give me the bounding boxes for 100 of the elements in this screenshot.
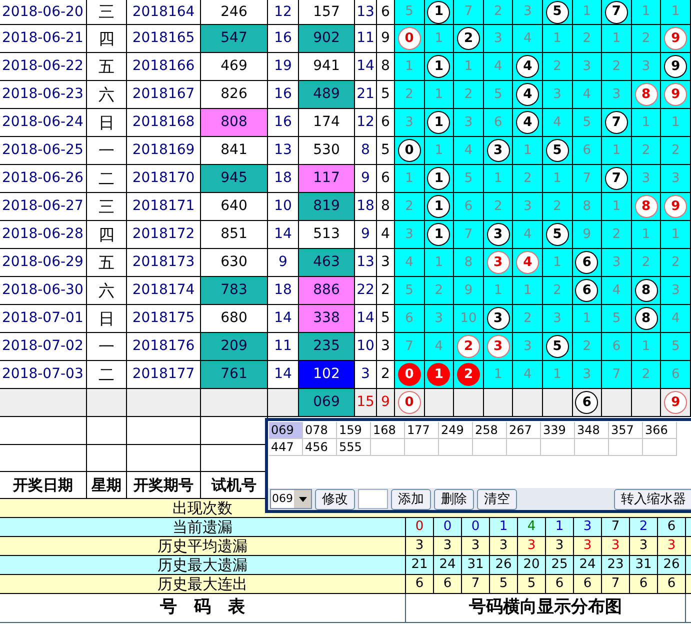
miss-count: 2: [464, 86, 473, 104]
miss-count: 9: [464, 282, 473, 300]
table-cell: 14: [355, 305, 377, 333]
dialog-button[interactable]: 清空: [477, 488, 517, 510]
miss-count: 2: [494, 198, 502, 216]
stat-value: 3: [601, 537, 629, 555]
list-item[interactable]: 258: [473, 422, 507, 439]
miss-count: 5: [464, 170, 473, 188]
table-cell: 2018-06-20: [0, 0, 87, 25]
stat-value: 3: [461, 537, 489, 555]
stat-value: 3: [657, 537, 685, 555]
miss-count: 2: [405, 198, 414, 216]
stat-value: 5: [517, 575, 545, 593]
section-title: 号 码 表: [159, 596, 246, 620]
list-item[interactable]: 168: [371, 422, 405, 439]
list-item[interactable]: 456: [303, 439, 337, 456]
miss-count: 5: [405, 3, 414, 22]
miss-count: 1: [405, 58, 414, 76]
table-cell: 9: [355, 165, 377, 193]
list-item[interactable]: 069: [269, 422, 303, 439]
table-cell: 四: [87, 221, 127, 249]
table-cell: 9: [355, 221, 377, 249]
table-cell: 102: [299, 361, 355, 389]
list-item[interactable]: 177: [405, 422, 439, 439]
table-cell: 235: [299, 333, 355, 361]
table-cell: 463: [299, 249, 355, 277]
stat-value: 20: [517, 556, 545, 574]
miss-count: 2: [642, 142, 650, 160]
table-cell: 2018-06-29: [0, 249, 87, 277]
table-cell: 2018164: [127, 0, 201, 25]
table-cell: 19: [268, 53, 299, 81]
row-label: 历史最大遗漏: [156, 556, 248, 574]
list-item[interactable]: 555: [337, 439, 371, 456]
miss-count: 3: [405, 226, 414, 244]
dialog-button[interactable]: 删除: [434, 488, 474, 510]
miss-count: 3: [582, 58, 591, 76]
list-item[interactable]: 357: [609, 422, 643, 439]
miss-count: 4: [524, 226, 532, 244]
stat-value: 26: [489, 556, 517, 574]
table-cell: 886: [299, 277, 355, 305]
stat-value: 0: [433, 518, 461, 536]
miss-count: 1: [672, 114, 680, 132]
miss-count: 8: [582, 198, 591, 216]
dialog-button[interactable]: 添加: [391, 488, 431, 510]
miss-count: 2: [582, 338, 591, 356]
table-cell: 14: [268, 221, 299, 249]
combo-box[interactable]: 069: [270, 489, 312, 509]
stat-value: 1: [489, 518, 517, 536]
table-cell: 945: [201, 165, 268, 193]
table-cell: 819: [299, 193, 355, 221]
list-item[interactable]: 447: [269, 439, 303, 456]
miss-count: 10: [460, 310, 477, 328]
stat-value: 2: [629, 518, 657, 536]
list-item[interactable]: 348: [575, 422, 609, 439]
table-cell: 2018-06-24: [0, 109, 87, 137]
table-cell: 2018-06-21: [0, 25, 87, 53]
miss-count: 1: [672, 3, 680, 22]
miss-count: 2: [582, 30, 591, 48]
stat-value: 31: [461, 556, 489, 574]
stat-value: 3: [489, 537, 517, 555]
miss-count: 1: [524, 142, 532, 160]
list-item[interactable]: 249: [439, 422, 473, 439]
row-label: 历史平均遗漏: [156, 537, 248, 555]
list-item[interactable]: 078: [303, 422, 337, 439]
miss-count: 4: [553, 114, 562, 132]
miss-count: 6: [582, 142, 591, 160]
list-item[interactable]: 159: [337, 422, 371, 439]
table-cell: 五: [87, 53, 127, 81]
miss-count: 2: [434, 282, 444, 300]
dialog-button[interactable]: 修改: [315, 488, 355, 510]
stat-value: 7: [601, 575, 629, 593]
stat-value: 21: [405, 556, 433, 574]
stat-value: 6: [433, 575, 461, 593]
miss-count: 3: [524, 338, 532, 356]
table-cell: 2018172: [127, 221, 201, 249]
table-cell: 21: [355, 81, 377, 109]
table-cell: 2018-07-02: [0, 333, 87, 361]
miss-count: 4: [612, 282, 621, 300]
list-item[interactable]: 267: [507, 422, 541, 439]
miss-count: 1: [612, 30, 621, 48]
stat-value: 24: [433, 556, 461, 574]
miss-count: 4: [405, 254, 414, 272]
miss-count: 3: [464, 114, 473, 132]
dialog-button[interactable]: 转入缩水器: [614, 488, 691, 510]
stat-value: 26: [657, 556, 685, 574]
table-cell: 日: [87, 109, 127, 137]
miss-count: 3: [494, 30, 502, 48]
stat-value: 0: [405, 518, 433, 536]
miss-count: 7: [612, 366, 621, 384]
miss-count: 4: [524, 30, 532, 48]
stat-value: 24: [573, 556, 601, 574]
table-cell: 338: [299, 305, 355, 333]
miss-count: 5: [405, 282, 414, 300]
table-cell: 五: [87, 249, 127, 277]
list-item[interactable]: 366: [643, 422, 677, 439]
miss-count: 3: [612, 254, 621, 272]
miss-count: 4: [672, 310, 680, 328]
list-item[interactable]: 339: [541, 422, 575, 439]
table-cell: 2018-06-27: [0, 193, 87, 221]
miss-count: 1: [612, 198, 621, 216]
